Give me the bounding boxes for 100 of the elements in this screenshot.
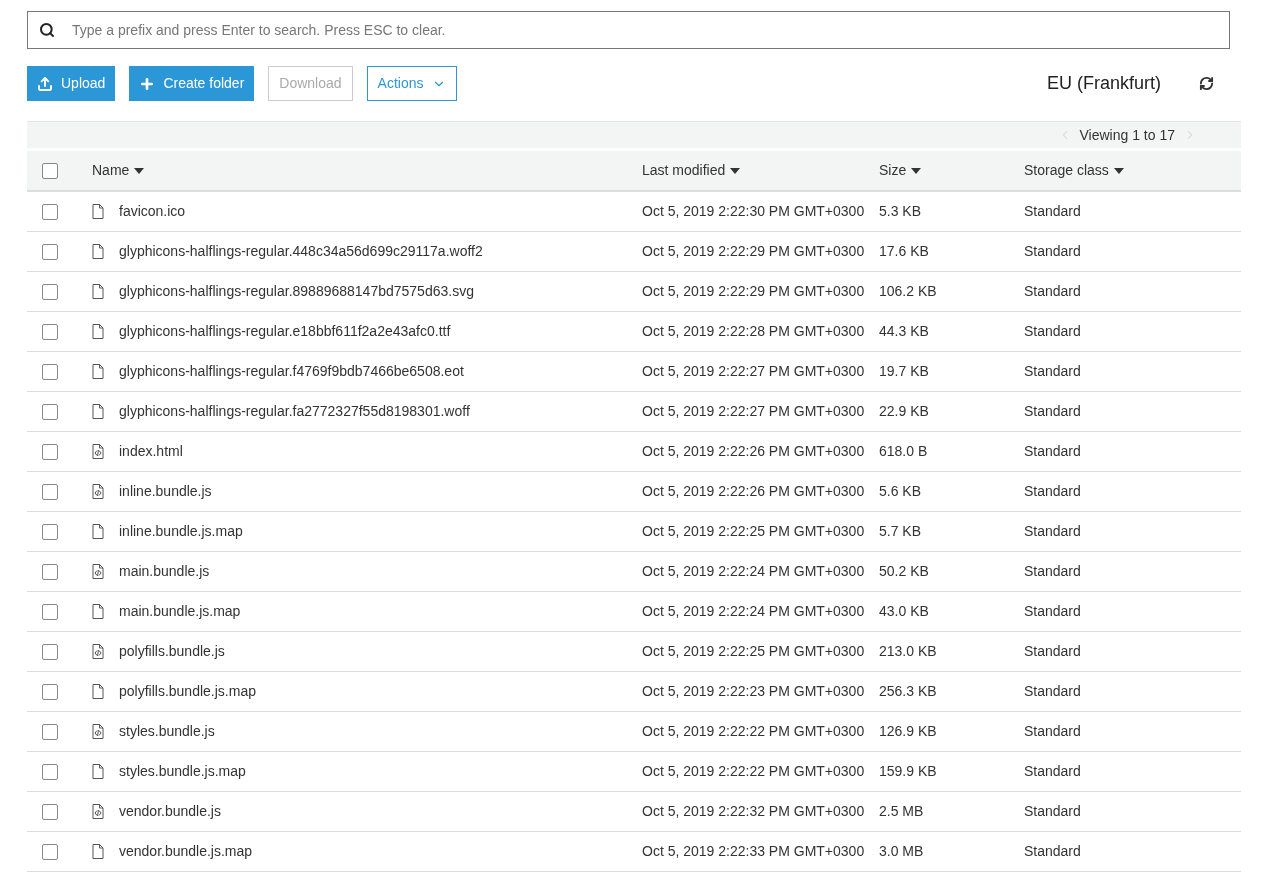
- file-name[interactable]: glyphicons-halflings-regular.e18bbf611f2a2e43afc0.ttf: [119, 321, 451, 342]
- file-icon: [92, 844, 104, 859]
- modified-cell-text: Oct 5, 2019 2:22:33 PM GMT+0300: [642, 842, 866, 861]
- size-cell-text: 2.5 MB: [879, 802, 925, 821]
- code-file-icon: [92, 724, 104, 739]
- size-cell-text: 19.7 KB: [879, 362, 930, 381]
- checkbox[interactable]: [42, 723, 58, 740]
- checkbox[interactable]: [42, 363, 58, 380]
- checkbox[interactable]: [42, 403, 58, 420]
- file-name[interactable]: main.bundle.js: [119, 561, 210, 582]
- checkbox[interactable]: [42, 563, 58, 580]
- storage-class-cell-text: Standard: [1024, 642, 1082, 661]
- modified-cell-text: Oct 5, 2019 2:22:28 PM GMT+0300: [642, 322, 866, 341]
- file-name[interactable]: glyphicons-halflings-regular.448c34a56d699c29117a.woff2: [119, 241, 483, 262]
- checkbox[interactable]: [42, 323, 58, 340]
- checkbox[interactable]: [42, 443, 58, 460]
- size-cell-text: 3.0 MB: [879, 842, 925, 861]
- modified-cell-text: Oct 5, 2019 2:22:27 PM GMT+0300: [642, 402, 866, 421]
- code-file-icon: [92, 444, 104, 459]
- code-file-icon: [92, 484, 104, 499]
- sort-caret-icon: [1113, 167, 1124, 174]
- storage-class-cell-text: Standard: [1024, 402, 1082, 421]
- file-name[interactable]: vendor.bundle.js: [119, 801, 221, 822]
- modified-cell-text: Oct 5, 2019 2:22:26 PM GMT+0300: [642, 442, 866, 461]
- file-icon: [92, 324, 104, 339]
- file-name[interactable]: glyphicons-halflings-regular.89889688147bd7575d63.svg: [119, 281, 474, 302]
- storage-class-cell-text: Standard: [1024, 522, 1082, 541]
- file-icon: [92, 404, 104, 419]
- file-name[interactable]: inline.bundle.js: [119, 481, 212, 502]
- storage-class-cell-text: Standard: [1024, 282, 1082, 301]
- file-icon: [92, 684, 104, 699]
- checkbox[interactable]: [42, 283, 58, 300]
- file-name[interactable]: favicon.ico: [119, 201, 186, 222]
- checkbox[interactable]: [42, 803, 58, 820]
- code-file-icon: [92, 564, 104, 579]
- storage-class-cell-text: Standard: [1024, 842, 1082, 861]
- checkbox[interactable]: [42, 523, 58, 540]
- file-icon: [92, 204, 104, 219]
- size-cell-text: 126.9 KB: [879, 722, 938, 741]
- checkbox[interactable]: [42, 162, 58, 179]
- size-cell-text: 5.6 KB: [879, 482, 923, 501]
- checkbox[interactable]: [42, 763, 58, 780]
- size-cell-text: 618.0 B: [879, 442, 929, 461]
- size-cell-text: 22.9 KB: [879, 402, 930, 421]
- size-cell-text: 256.3 KB: [879, 682, 938, 701]
- checkbox[interactable]: [42, 483, 58, 500]
- search-icon: [39, 22, 55, 38]
- size-cell-text: 50.2 KB: [879, 562, 930, 581]
- modified-cell-text: Oct 5, 2019 2:22:22 PM GMT+0300: [642, 722, 866, 741]
- storage-class-cell-text: Standard: [1024, 242, 1082, 261]
- file-name[interactable]: styles.bundle.js: [119, 721, 215, 742]
- modified-cell-text: Oct 5, 2019 2:22:24 PM GMT+0300: [642, 562, 866, 581]
- checkbox[interactable]: [42, 603, 58, 620]
- file-icon: [92, 284, 104, 299]
- sort-caret-icon: [911, 167, 922, 174]
- file-name[interactable]: inline.bundle.js.map: [119, 521, 243, 542]
- file-icon: [92, 604, 104, 619]
- file-name[interactable]: glyphicons-halflings-regular.f4769f9bdb7466be6508.eot: [119, 361, 464, 382]
- file-name[interactable]: index.html: [119, 441, 183, 462]
- checkbox[interactable]: [42, 843, 58, 860]
- storage-class-cell-text: Standard: [1024, 722, 1082, 741]
- checkbox[interactable]: [42, 683, 58, 700]
- checkbox[interactable]: [42, 243, 58, 260]
- modified-cell-text: Oct 5, 2019 2:22:29 PM GMT+0300: [642, 242, 866, 261]
- modified-cell-text: Oct 5, 2019 2:22:26 PM GMT+0300: [642, 482, 866, 501]
- modified-cell-text: Oct 5, 2019 2:22:25 PM GMT+0300: [642, 522, 866, 541]
- file-name[interactable]: styles.bundle.js.map: [119, 761, 246, 782]
- storage-class-cell-text: Standard: [1024, 362, 1082, 381]
- storage-class-cell-text: Standard: [1024, 482, 1082, 501]
- file-name[interactable]: polyfills.bundle.js: [119, 641, 225, 662]
- storage-class-cell-text: Standard: [1024, 802, 1082, 821]
- plus-icon: [139, 75, 156, 92]
- file-icon: [92, 764, 104, 779]
- size-cell-text: 213.0 KB: [879, 642, 938, 661]
- storage-class-cell-text: Standard: [1024, 442, 1082, 461]
- modified-cell-text: Oct 5, 2019 2:22:23 PM GMT+0300: [642, 682, 866, 701]
- modified-cell-text: Oct 5, 2019 2:22:29 PM GMT+0300: [642, 282, 866, 301]
- size-cell-text: 159.9 KB: [879, 762, 938, 781]
- size-cell-text: 17.6 KB: [879, 242, 930, 261]
- file-name[interactable]: vendor.bundle.js.map: [119, 841, 253, 862]
- size-cell-text: 5.7 KB: [879, 522, 923, 541]
- modified-cell-text: Oct 5, 2019 2:22:22 PM GMT+0300: [642, 762, 866, 781]
- size-cell-text: 44.3 KB: [879, 322, 930, 341]
- column-header[interactable]: Last modified: [642, 160, 741, 181]
- size-cell-text: 43.0 KB: [879, 602, 930, 621]
- storage-class-cell-text: Standard: [1024, 562, 1082, 581]
- modified-cell-text: Oct 5, 2019 2:22:32 PM GMT+0300: [642, 802, 866, 821]
- column-header[interactable]: Size: [879, 160, 922, 181]
- refresh-icon[interactable]: [1199, 76, 1214, 91]
- column-header[interactable]: Name: [92, 160, 145, 181]
- code-file-icon: [92, 644, 104, 659]
- region-label: EU (Frankfurt): [1047, 72, 1161, 95]
- column-header[interactable]: Storage class: [1024, 160, 1124, 181]
- file-name[interactable]: glyphicons-halflings-regular.fa2772327f55d8198301.woff: [119, 401, 470, 422]
- search-field[interactable]: Type a prefix and press Enter to search. Press ESC to clear.: [27, 11, 1230, 49]
- file-name[interactable]: polyfills.bundle.js.map: [119, 681, 256, 702]
- file-name[interactable]: main.bundle.js.map: [119, 601, 241, 622]
- size-cell-text: 106.2 KB: [879, 282, 938, 301]
- checkbox[interactable]: [42, 203, 58, 220]
- checkbox[interactable]: [42, 643, 58, 660]
